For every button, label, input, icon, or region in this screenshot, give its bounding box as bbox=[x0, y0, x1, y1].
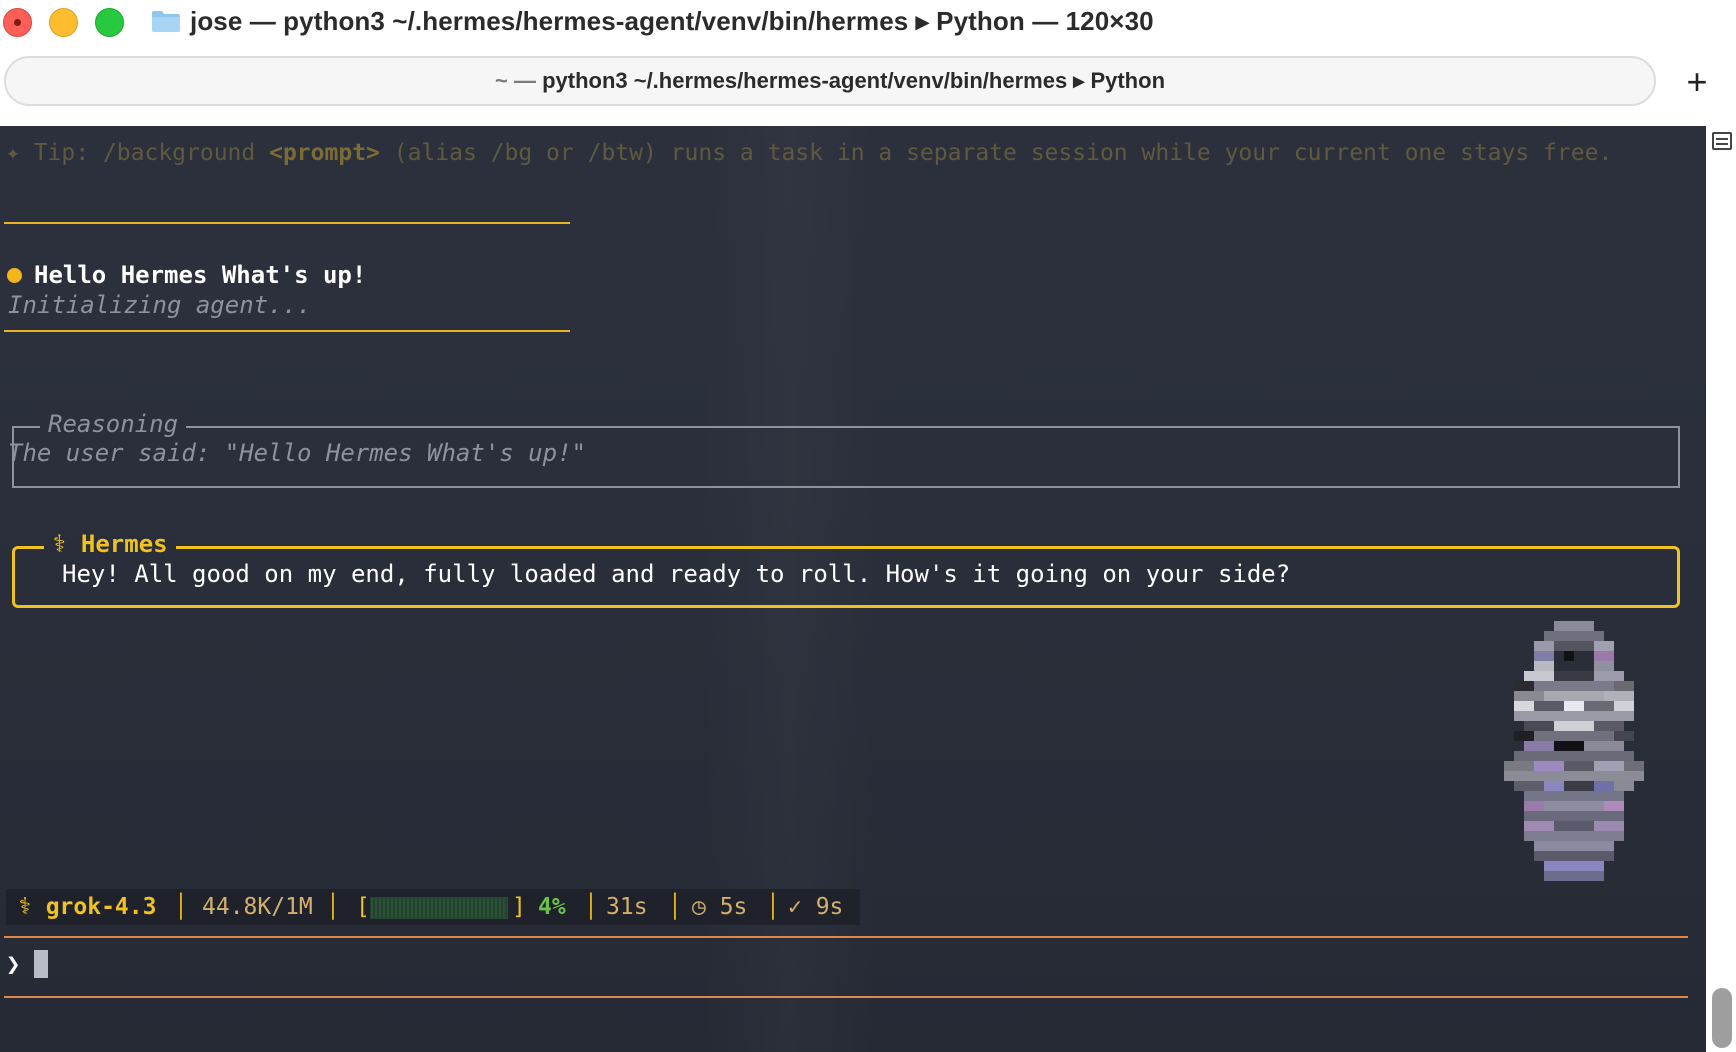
status-separator: │ bbox=[584, 894, 598, 920]
user-bottom-rule bbox=[4, 330, 570, 332]
tip-arg: <prompt> bbox=[269, 140, 380, 166]
tip-line: ✦ Tip: /background <prompt> (alias /bg o… bbox=[6, 140, 1612, 166]
close-window-button[interactable] bbox=[3, 8, 32, 37]
scrollbar-track[interactable] bbox=[1706, 126, 1736, 1052]
user-top-rule bbox=[4, 222, 570, 224]
window-title: jose — python3 ~/.hermes/hermes-agent/ve… bbox=[190, 6, 1154, 36]
scrollbar-thumb[interactable] bbox=[1712, 988, 1732, 1048]
new-tab-button[interactable]: + bbox=[1672, 58, 1722, 108]
split-view-icon[interactable] bbox=[1712, 132, 1732, 150]
token-usage: 44.8K/1M bbox=[202, 894, 313, 920]
tab-prefix: ~ — bbox=[494, 68, 543, 93]
user-bullet-icon bbox=[7, 268, 22, 283]
assistant-title: ⚕ Hermes bbox=[44, 530, 176, 558]
context-percent: 4% bbox=[538, 894, 566, 920]
status-bar: ⚕ grok-4.3 │ 44.8K/1M │ [ ] 4% │ 31s │ ◷… bbox=[6, 889, 860, 925]
assistant-message: Hey! All good on my end, fully loaded an… bbox=[62, 560, 1291, 588]
context-bar-open: [ bbox=[356, 894, 370, 920]
input-top-rule bbox=[4, 936, 1688, 938]
tip-suffix: (alias /bg or /btw) runs a task in a sep… bbox=[379, 140, 1613, 166]
terminal-view[interactable]: ✦ Tip: /background <prompt> (alias /bg o… bbox=[0, 126, 1706, 1052]
minimize-window-button[interactable] bbox=[49, 8, 78, 37]
status-separator: │ bbox=[326, 894, 340, 920]
status-separator: │ bbox=[668, 894, 682, 920]
input-cursor[interactable] bbox=[34, 950, 48, 978]
mascot-sprite-icon bbox=[1504, 621, 1644, 881]
done-time: ✓ 9s bbox=[788, 894, 844, 920]
prompt-symbol: ❯ bbox=[6, 950, 21, 978]
tab-python[interactable]: ~ — python3 ~/.hermes/hermes-agent/venv/… bbox=[4, 56, 1656, 106]
context-bar-close: ] bbox=[512, 894, 526, 920]
folder-icon bbox=[152, 11, 180, 32]
elapsed-time: 31s bbox=[606, 894, 648, 920]
zoom-window-button[interactable] bbox=[95, 8, 124, 37]
tab-bar: ~ — python3 ~/.hermes/hermes-agent/venv/… bbox=[0, 46, 1736, 126]
model-name: ⚕ grok-4.3 bbox=[18, 894, 157, 920]
status-separator: │ bbox=[766, 894, 780, 920]
status-separator: │ bbox=[174, 894, 188, 920]
window-title-bar: jose — python3 ~/.hermes/hermes-agent/ve… bbox=[0, 0, 1736, 46]
timer-value: ◷ 5s bbox=[692, 894, 748, 920]
input-bottom-rule bbox=[4, 996, 1688, 998]
reasoning-box-bottom bbox=[12, 486, 1680, 488]
user-message: Hello Hermes What's up! bbox=[34, 261, 367, 289]
tip-prefix: ✦ Tip: /background bbox=[6, 140, 270, 166]
init-status: Initializing agent... bbox=[8, 291, 312, 319]
reasoning-text: The user said: "Hello Hermes What's up!" bbox=[8, 439, 586, 467]
context-progress-bar bbox=[370, 897, 508, 919]
reasoning-title: Reasoning bbox=[40, 410, 187, 438]
tab-title: python3 ~/.hermes/hermes-agent/venv/bin/… bbox=[542, 68, 1166, 93]
